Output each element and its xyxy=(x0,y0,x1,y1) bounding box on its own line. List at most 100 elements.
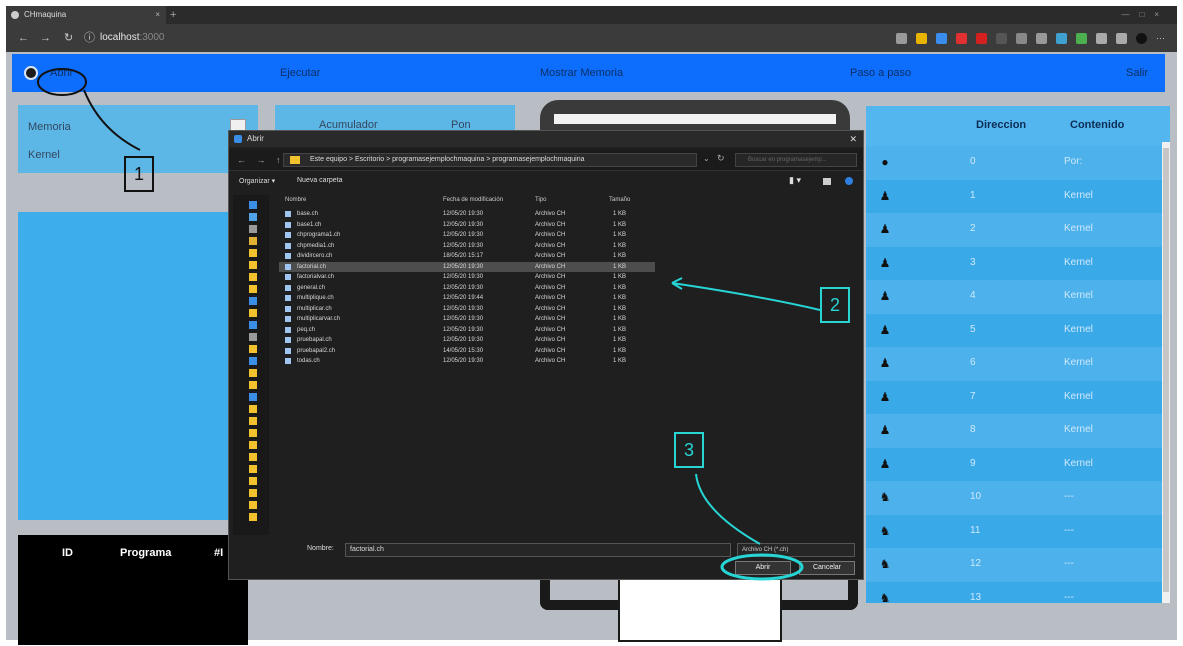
memory-scrollbar-thumb[interactable] xyxy=(1163,148,1169,592)
file-row[interactable]: multiplicar.ch 12/05/20 19:30 Archivo CH 1 … xyxy=(279,304,655,315)
profile-avatar[interactable] xyxy=(1136,32,1147,44)
nav-open[interactable]: Abrir xyxy=(50,54,73,92)
dialog-refresh-icon[interactable]: ↻ xyxy=(717,153,725,164)
dialog-titlebar: Abrir ✕ xyxy=(229,131,863,147)
memory-direction: 13 xyxy=(970,591,982,603)
nav-pane-folder-icon[interactable] xyxy=(249,477,257,485)
file-row[interactable]: factorialvar.ch 12/05/20 19:30 Archivo CH 1… xyxy=(279,272,655,283)
dialog-nav-arrows-icon[interactable]: ← → ↑ xyxy=(237,155,285,165)
file-row[interactable]: chpmedia1.ch 12/05/20 19:30 Archivo CH 1 KB xyxy=(279,241,655,252)
extension-icon[interactable] xyxy=(916,32,927,44)
collections-icon[interactable] xyxy=(1116,32,1127,44)
organize-button[interactable]: Organizar ▾ xyxy=(239,177,275,185)
nav-exit[interactable]: Salir xyxy=(1126,54,1148,92)
file-row[interactable]: pruebapal2.ch 14/05/20 15:30 Archivo CH 1 K… xyxy=(279,346,655,357)
linux-tux-icon: ♟ xyxy=(879,356,891,370)
column-size[interactable]: Tamaño xyxy=(609,197,630,203)
help-icon[interactable] xyxy=(845,177,853,185)
nav-pane-folder-icon[interactable] xyxy=(249,333,257,341)
nav-pane-folder-icon[interactable] xyxy=(249,381,257,389)
nav-pane-folder-icon[interactable] xyxy=(249,345,257,353)
cancel-button[interactable]: Cancelar xyxy=(799,561,855,575)
new-tab-icon[interactable]: + xyxy=(170,6,176,24)
memory-scrollbar[interactable] xyxy=(1162,142,1170,603)
open-button[interactable]: Abrir xyxy=(735,561,791,575)
extension-icon[interactable] xyxy=(936,32,947,44)
nav-pane-folder-icon[interactable] xyxy=(249,213,257,221)
column-type[interactable]: Tipo xyxy=(535,197,546,203)
extension-icon[interactable] xyxy=(956,32,967,44)
extension-icon[interactable] xyxy=(1016,32,1027,44)
new-folder-button[interactable]: Nueva carpeta xyxy=(297,177,343,184)
preview-pane-icon[interactable] xyxy=(823,178,831,185)
refresh-icon[interactable]: ↻ xyxy=(64,31,73,45)
nav-pane-folder-icon[interactable] xyxy=(249,465,257,473)
nav-pane-folder-icon[interactable] xyxy=(249,513,257,521)
nav-pane-folder-icon[interactable] xyxy=(249,201,257,209)
nav-pane-folder-icon[interactable] xyxy=(249,357,257,365)
nav-pane-folder-icon[interactable] xyxy=(249,273,257,281)
extension-icon[interactable] xyxy=(1036,32,1047,44)
file-row[interactable]: base1.ch 12/05/20 19:30 Archivo CH 1 KB xyxy=(279,220,655,231)
file-row[interactable]: multiplicarvar.ch 12/05/20 19:30 Archivo C… xyxy=(279,314,655,325)
nav-pane-folder-icon[interactable] xyxy=(249,309,257,317)
nav-pane-folder-icon[interactable] xyxy=(249,417,257,425)
browser-tab[interactable]: CHmaquina × xyxy=(6,6,166,24)
nav-run[interactable]: Ejecutar xyxy=(280,54,320,92)
favorites-icon[interactable] xyxy=(1096,32,1107,44)
extension-icon[interactable] xyxy=(976,32,987,44)
breadcrumb-dropdown-icon[interactable]: ⌄ xyxy=(703,154,710,163)
file-row[interactable]: todas.ch 12/05/20 19:30 Archivo CH 1 KB xyxy=(279,356,655,367)
dialog-breadcrumb[interactable]: Este equipo > Escritorio > programasejem… xyxy=(283,153,697,167)
nav-pane-folder-icon[interactable] xyxy=(249,285,257,293)
nav-pane-folder-icon[interactable] xyxy=(249,261,257,269)
nav-show-memory[interactable]: Mostrar Memoria xyxy=(540,54,623,92)
column-name[interactable]: Nombre xyxy=(285,197,306,203)
file-row[interactable]: general.ch 12/05/20 19:30 Archivo CH 1 KB xyxy=(279,283,655,294)
view-options-icon[interactable]: ▮ ▾ xyxy=(789,175,801,186)
file-row[interactable]: multiplique.ch 12/05/20 19:44 Archivo CH 1 … xyxy=(279,293,655,304)
memory-table-header: Direccion Contenido xyxy=(866,106,1170,146)
nav-pane-folder-icon[interactable] xyxy=(249,501,257,509)
site-info-icon[interactable]: ⓘ xyxy=(84,31,95,45)
window-controls[interactable]: —□× xyxy=(1121,6,1169,24)
nav-pane-folder-icon[interactable] xyxy=(249,453,257,461)
nav-pane-folder-icon[interactable] xyxy=(249,225,257,233)
more-menu-icon[interactable]: ··· xyxy=(1156,33,1167,44)
filename-input[interactable]: factorial.ch xyxy=(345,543,731,557)
nav-pane-folder-icon[interactable] xyxy=(249,369,257,377)
nav-pane-folder-icon[interactable] xyxy=(249,393,257,401)
file-size: 1 KB xyxy=(613,326,627,333)
nav-pane-folder-icon[interactable] xyxy=(249,297,257,305)
dialog-close-icon[interactable]: ✕ xyxy=(849,131,857,147)
file-row[interactable]: pruebapal.ch 12/05/20 19:30 Archivo CH 1 KB xyxy=(279,335,655,346)
filetype-select[interactable]: Archivo CH (*.ch) xyxy=(737,543,855,557)
star-icon[interactable] xyxy=(896,32,907,44)
dialog-nav-pane[interactable] xyxy=(233,195,269,535)
file-row[interactable]: base.ch 12/05/20 19:30 Archivo CH 1 KB xyxy=(279,209,655,220)
file-date: 12/05/20 19:30 xyxy=(443,242,484,249)
tab-close-icon[interactable]: × xyxy=(155,6,160,24)
file-row[interactable]: chprograma1.ch 12/05/20 19:30 Archivo CH 1 … xyxy=(279,230,655,241)
app-logo-icon[interactable] xyxy=(24,66,38,80)
file-row[interactable]: peq.ch 12/05/20 19:30 Archivo CH 1 KB xyxy=(279,325,655,336)
back-icon[interactable]: ← xyxy=(18,31,29,45)
extension-icon[interactable] xyxy=(996,32,1007,44)
file-row[interactable]: dividircero.ch 18/05/20 15:17 Archivo CH 1 … xyxy=(279,251,655,262)
nav-pane-folder-icon[interactable] xyxy=(249,441,257,449)
nav-pane-folder-icon[interactable] xyxy=(249,237,257,245)
file-row[interactable]: factorial.ch 12/05/20 19:30 Archivo CH 1 KB xyxy=(279,261,655,272)
extension-icon[interactable] xyxy=(1076,32,1087,44)
nav-pane-folder-icon[interactable] xyxy=(249,489,257,497)
nav-pane-folder-icon[interactable] xyxy=(249,429,257,437)
linux-tux-icon: ♟ xyxy=(879,188,891,203)
url-field[interactable]: localhost:3000 xyxy=(100,31,165,45)
dialog-search-input[interactable]: Buscar en programasejemp... xyxy=(735,153,857,167)
nav-pane-folder-icon[interactable] xyxy=(249,249,257,257)
nav-pane-folder-icon[interactable] xyxy=(249,321,257,329)
extension-icon[interactable] xyxy=(1056,32,1067,44)
forward-icon[interactable]: → xyxy=(40,31,51,45)
nav-step-by-step[interactable]: Paso a paso xyxy=(850,54,911,92)
nav-pane-folder-icon[interactable] xyxy=(249,405,257,413)
column-date[interactable]: Fecha de modificación xyxy=(443,197,503,203)
